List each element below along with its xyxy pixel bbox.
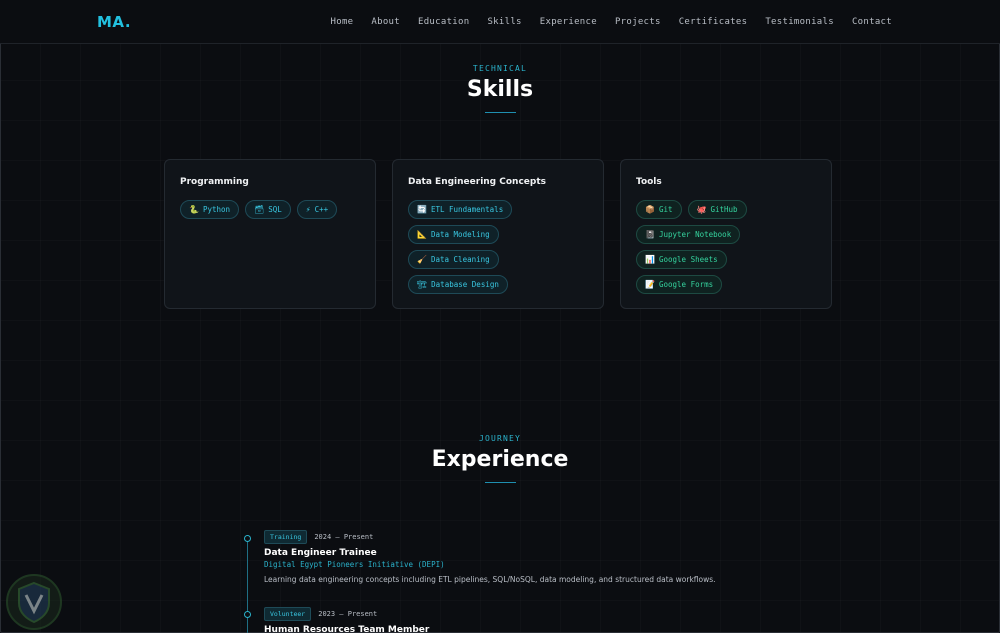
octopus-icon: 🐙: [696, 205, 707, 214]
python-icon: 🐍: [189, 205, 199, 214]
site-logo[interactable]: MA.: [97, 13, 131, 31]
nav-link-experience[interactable]: Experience: [540, 17, 597, 27]
nav-link-projects[interactable]: Projects: [615, 17, 661, 27]
skill-chip-python: 🐍 Python: [180, 200, 240, 219]
skill-chip-github: 🐙 GitHub: [687, 200, 747, 219]
nav-link-about[interactable]: About: [371, 17, 400, 27]
nav-link-certificates[interactable]: Certificates: [679, 17, 748, 27]
skill-chip-label: Jupyter Notebook: [658, 230, 732, 239]
bar-chart-icon: 📊: [645, 255, 655, 264]
skill-chip-row: 🐍 Python 🗃 SQL ⚡ C++: [180, 200, 360, 219]
skill-chip-etl: 🔄 ETL Fundamentals: [408, 200, 513, 219]
skill-chip-label: Python: [202, 205, 231, 214]
skill-chip-row: 📦 Git 🐙 GitHub: [636, 200, 747, 219]
skill-card-title: Data Engineering Concepts: [408, 177, 546, 187]
nav-link-contact[interactable]: Contact: [852, 17, 892, 27]
skill-chip-list: 📦 Git 🐙 GitHub 📓 Jupyter Notebook 📊 Goog…: [636, 200, 816, 294]
timeline-badge: Volunteer: [264, 607, 312, 621]
memo-icon: 📝: [645, 280, 655, 289]
skill-card-title: Programming: [180, 177, 249, 187]
nav-link-education[interactable]: Education: [418, 17, 469, 27]
skill-chip-data-modeling: 📐 Data Modeling: [408, 225, 499, 244]
skill-chip-label: Google Forms: [658, 280, 714, 289]
package-icon: 📦: [645, 205, 655, 214]
skill-chip-label: Database Design: [431, 280, 499, 289]
timeline-role: Data Engineer Trainee: [264, 548, 377, 558]
skill-card-title: Tools: [636, 177, 662, 187]
skills-title: Skills: [466, 77, 534, 102]
skill-chip-list: 🔄 ETL Fundamentals 📐 Data Modeling 🧹 Dat…: [408, 200, 588, 294]
skill-card-data-engineering: Data Engineering Concepts 🔄 ETL Fundamen…: [392, 159, 604, 309]
skill-card-programming: Programming 🐍 Python 🗃 SQL ⚡ C++: [164, 159, 376, 309]
nav-link-testimonials[interactable]: Testimonials: [765, 17, 834, 27]
skill-chip-sql: 🗃 SQL: [245, 200, 291, 219]
skill-chip-label: ETL Fundamentals: [430, 205, 504, 214]
notebook-icon: 📓: [645, 230, 655, 239]
experience-title-underline: [484, 482, 516, 483]
nav-link-home[interactable]: Home: [331, 17, 354, 27]
timeline-meta: Volunteer 2023 – Present: [264, 607, 429, 621]
skill-chip-label: GitHub: [710, 205, 738, 214]
top-navbar: MA. Home About Education Skills Experien…: [0, 0, 1000, 44]
watermark-shield-logo: [6, 574, 62, 630]
timeline-org: Digital Egypt Pioneers Initiative (DEPI): [264, 560, 445, 569]
skills-eyebrow: TECHNICAL: [472, 64, 528, 73]
broom-icon: 🧹: [417, 255, 427, 264]
timeline-item-hr: Volunteer 2023 – Present Human Resources…: [264, 607, 429, 633]
ruler-icon: 📐: [417, 230, 427, 239]
skill-chip-label: C++: [314, 205, 329, 214]
timeline-date: 2024 – Present: [314, 533, 374, 541]
construction-icon: 🏗: [417, 280, 428, 289]
experience-eyebrow: JOURNEY: [478, 434, 522, 443]
timeline-description: Learning data engineering concepts inclu…: [264, 575, 716, 584]
skills-title-underline: [484, 112, 516, 113]
lightning-icon: ⚡: [305, 205, 311, 214]
timeline-item-depi: Training 2024 – Present Data Engineer Tr…: [264, 530, 716, 584]
timeline-role: Human Resources Team Member: [264, 625, 430, 633]
skill-chip-database-design: 🏗 Database Design: [408, 275, 508, 294]
skill-card-tools: Tools 📦 Git 🐙 GitHub 📓 Jupyter Notebook …: [620, 159, 832, 309]
skill-chip-label: Google Sheets: [658, 255, 718, 264]
skill-chip-label: Data Modeling: [430, 230, 490, 239]
timeline-badge: Training: [264, 530, 308, 544]
skill-chip-label: SQL: [268, 205, 282, 214]
experience-section-header: JOURNEY Experience: [0, 434, 1000, 483]
skill-chip-label: Git: [658, 205, 673, 214]
timeline-meta: Training 2024 – Present: [264, 530, 716, 544]
nav-links: Home About Education Skills Experience P…: [331, 17, 892, 27]
timeline-dot: [244, 535, 251, 542]
nav-link-skills[interactable]: Skills: [487, 17, 521, 27]
skill-chip-git: 📦 Git: [636, 200, 682, 219]
skill-chip-data-cleaning: 🧹 Data Cleaning: [408, 250, 499, 269]
refresh-icon: 🔄: [417, 205, 427, 214]
skill-chip-cpp: ⚡ C++: [296, 200, 338, 219]
skill-chip-google-sheets: 📊 Google Sheets: [636, 250, 727, 269]
skill-chip-jupyter: 📓 Jupyter Notebook: [636, 225, 741, 244]
experience-title: Experience: [431, 447, 569, 472]
timeline-dot: [244, 611, 251, 618]
timeline-date: 2023 – Present: [318, 610, 378, 618]
database-icon: 🗃: [254, 205, 265, 214]
timeline-line: [247, 537, 248, 633]
skills-section-header: TECHNICAL Skills: [0, 64, 1000, 113]
skill-chip-google-forms: 📝 Google Forms: [636, 275, 723, 294]
skill-chip-label: Data Cleaning: [430, 255, 490, 264]
